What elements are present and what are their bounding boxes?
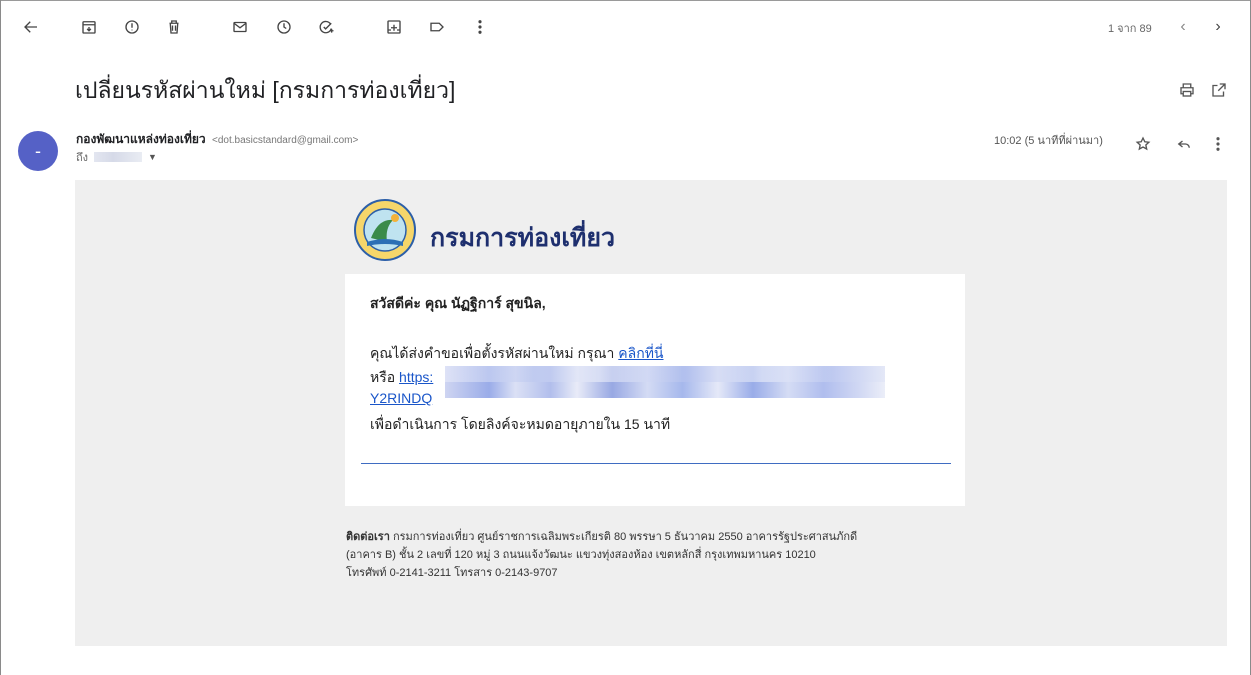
- archive-button[interactable]: [76, 14, 102, 40]
- window-frame-left: [0, 0, 1, 675]
- reply-button[interactable]: [1172, 132, 1196, 156]
- reset-request-line: คุณได้ส่งคำขอเพื่อตั้งรหัสผ่านใหม่ กรุณา…: [370, 343, 664, 365]
- reset-url-continued: Y2RINDQ: [370, 390, 432, 406]
- url-redacted-overlay: [445, 366, 885, 382]
- reset-url-link[interactable]: https:: [399, 369, 433, 385]
- open-new-window-button[interactable]: [1207, 78, 1231, 102]
- more-vert-icon: [1216, 137, 1220, 151]
- avatar[interactable]: -: [18, 131, 58, 171]
- more-options-button[interactable]: [467, 14, 493, 40]
- sender-email: <dot.basicstandard@gmail.com>: [211, 135, 359, 146]
- back-button[interactable]: [18, 14, 44, 40]
- reply-icon: [1177, 140, 1190, 148]
- print-icon: [1180, 83, 1194, 97]
- archive-icon: [82, 21, 96, 34]
- window-frame-top: [0, 0, 1251, 1]
- divider: [361, 463, 951, 464]
- greeting: สวัสดีค่ะ คุณ นัฏฐิการ์ สุขนิล,: [370, 295, 546, 311]
- recipient-line: ถึง ▼: [76, 148, 157, 166]
- reset-url-link-continued[interactable]: Y2RINDQ: [370, 390, 432, 406]
- more-vert-icon: [478, 20, 482, 34]
- arrow-left-icon: [24, 21, 37, 33]
- star-button[interactable]: [1131, 132, 1155, 156]
- chevron-left-icon: ‹: [1180, 18, 1186, 35]
- reset-request-text: คุณได้ส่งคำขอเพื่อตั้งรหัสผ่านใหม่ กรุณา: [370, 345, 619, 361]
- snooze-icon: [277, 20, 291, 34]
- mark-unread-icon: [233, 21, 247, 33]
- sender-name[interactable]: กองพัฒนาแหล่งท่องเที่ยว: [76, 132, 206, 146]
- footer-line-2: (อาคาร B) ชั้น 2 เลขที่ 120 หมู่ 3 ถนนแจ…: [346, 549, 816, 561]
- star-icon: [1135, 136, 1151, 151]
- report-spam-button[interactable]: [119, 14, 145, 40]
- alt-link-line: หรือ https:: [370, 367, 433, 389]
- add-task-icon: [319, 20, 334, 34]
- label-icon: [430, 22, 444, 32]
- recipient-redacted: [94, 152, 143, 162]
- add-task-button[interactable]: [313, 14, 339, 40]
- newer-button[interactable]: ‹: [1172, 14, 1194, 40]
- contact-label: ติดต่อเรา: [346, 531, 390, 543]
- open-in-new-icon: [1212, 83, 1226, 97]
- mark-unread-button[interactable]: [227, 14, 253, 40]
- print-button[interactable]: [1175, 78, 1199, 102]
- message-more-button[interactable]: [1206, 132, 1230, 156]
- message-card: สวัสดีค่ะ คุณ นัฏฐิการ์ สุขนิล, คุณได้ส่…: [345, 274, 965, 506]
- older-button[interactable]: ›: [1207, 14, 1229, 40]
- email-subject: เปลี่ยนรหัสผ่านใหม่ [กรมการท่องเที่ยว]: [75, 77, 456, 103]
- contact-footer: ติดต่อเรา กรมการท่องเที่ยว ศูนย์ราชการเฉ…: [346, 528, 966, 582]
- email-body: กรมการท่องเที่ยว สวัสดีค่ะ คุณ นัฏฐิการ์…: [75, 180, 1227, 646]
- to-label: ถึง: [76, 152, 89, 164]
- expiry-line: เพื่อดำเนินการ โดยลิงค์จะหมดอายุภายใน 15…: [370, 416, 671, 432]
- message-toolbar: 1 จาก 89 ‹ ›: [0, 14, 1251, 46]
- footer-line-3: โทรศัพท์ 0-2141-3211 โทรสาร 0-2143-9707: [346, 567, 558, 579]
- report-spam-icon: [125, 20, 139, 34]
- email-timestamp: 10:02 (5 นาทีที่ผ่านมา): [994, 135, 1103, 147]
- tourism-department-logo: [354, 199, 416, 261]
- pagination-count: 1 จาก 89: [1108, 23, 1152, 35]
- delete-button[interactable]: [161, 14, 187, 40]
- click-here-link[interactable]: คลิกที่นี่: [618, 345, 663, 361]
- or-text: หรือ: [370, 369, 400, 385]
- chevron-down-icon[interactable]: ▼: [148, 152, 157, 162]
- move-to-icon: [387, 20, 401, 34]
- footer-line-1: ติดต่อเรา กรมการท่องเที่ยว ศูนย์ราชการเฉ…: [346, 528, 966, 546]
- organization-name: กรมการท่องเที่ยว: [430, 224, 616, 252]
- label-button[interactable]: [424, 14, 450, 40]
- footer-address-1: กรมการท่องเที่ยว ศูนย์ราชการเฉลิมพระเกีย…: [389, 531, 858, 543]
- sender-info: กองพัฒนาแหล่งท่องเที่ยว <dot.basicstanda…: [76, 130, 358, 149]
- snooze-button[interactable]: [271, 14, 297, 40]
- chevron-right-icon: ›: [1215, 18, 1221, 35]
- delete-icon: [169, 20, 179, 34]
- move-to-button[interactable]: [381, 14, 407, 40]
